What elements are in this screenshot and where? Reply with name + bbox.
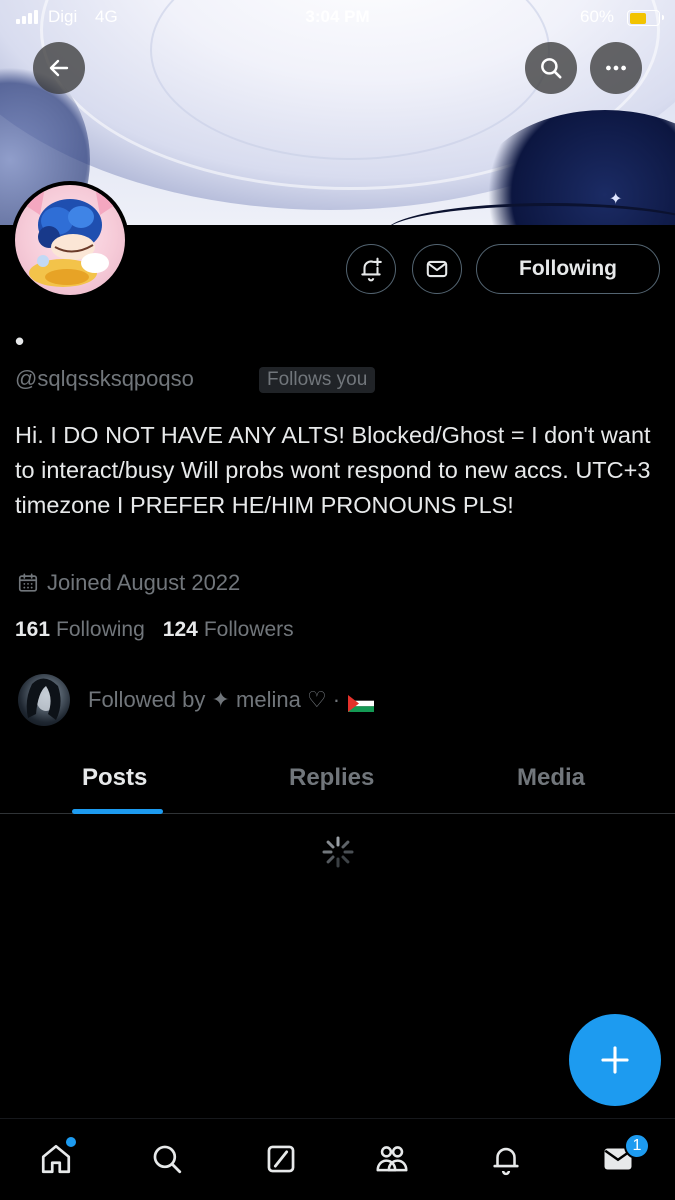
battery-percent: 60% <box>580 7 615 26</box>
joined-date: Joined August 2022 <box>17 569 240 597</box>
nav-messages[interactable]: 1 <box>598 1133 650 1179</box>
battery-icon <box>627 10 664 26</box>
home-notification-dot <box>66 1137 76 1147</box>
search-button[interactable] <box>525 42 577 94</box>
followers-count-link[interactable]: 124 Followers <box>163 618 294 642</box>
nav-notifications[interactable] <box>486 1139 526 1179</box>
grok-icon <box>267 1145 295 1173</box>
nav-communities[interactable] <box>372 1139 412 1179</box>
followers-count: 124 <box>162 618 198 641</box>
status-bar: Digi 4G 3:04 PM 60% <box>0 0 675 36</box>
search-icon <box>541 58 562 79</box>
status-time: 3:04 PM <box>305 7 370 26</box>
search-icon <box>153 1145 182 1174</box>
messages-badge: 1 <box>624 1133 650 1159</box>
more-horizontal-icon <box>606 65 626 71</box>
compose-button[interactable] <box>569 1014 661 1106</box>
nav-home[interactable] <box>36 1137 76 1179</box>
avatar-image <box>15 185 125 295</box>
profile-bio: Hi. I DO NOT HAVE ANY ALTS! Blocked/Ghos… <box>15 422 651 518</box>
communities-icon <box>376 1146 408 1172</box>
notify-button[interactable] <box>346 244 396 294</box>
followed-by-row[interactable]: Followed by ✦ melina ♡ · <box>18 674 375 726</box>
active-tab-indicator <box>72 809 163 814</box>
followed-by-label: Followed by ✦ melina ♡ · <box>88 687 341 712</box>
following-label: Following <box>56 618 145 641</box>
more-button[interactable] <box>590 42 642 94</box>
arrow-left-icon <box>49 59 69 77</box>
followed-by-text: Followed by ✦ melina ♡ · <box>88 687 375 713</box>
back-button[interactable] <box>33 42 85 94</box>
notifications-icon <box>493 1147 519 1176</box>
message-button[interactable] <box>412 244 462 294</box>
following-button[interactable]: Following <box>476 244 660 294</box>
calendar-icon <box>18 573 38 592</box>
bell-plus-icon <box>361 257 382 282</box>
bottom-navigation: 1 <box>0 1118 675 1200</box>
palestine-flag-icon <box>348 692 375 712</box>
following-count-link[interactable]: 161 Following <box>15 618 145 642</box>
tab-replies[interactable]: Replies <box>289 764 374 792</box>
tab-media[interactable]: Media <box>517 764 585 792</box>
follower-avatar <box>18 674 70 726</box>
envelope-icon <box>426 260 448 278</box>
joined-text: Joined August 2022 <box>47 570 241 595</box>
loading-spinner-icon <box>322 836 354 868</box>
follow-counts: 161 Following 124 Followers <box>15 618 312 642</box>
banner-stroke <box>385 203 675 225</box>
plus-icon <box>601 1046 629 1074</box>
profile-avatar[interactable] <box>11 181 129 299</box>
followers-label: Followers <box>203 618 294 641</box>
display-name: • <box>15 326 25 356</box>
follows-you-badge: Follows you <box>259 367 376 393</box>
nav-grok[interactable] <box>261 1139 301 1179</box>
nav-search[interactable] <box>147 1139 187 1179</box>
profile-tabs: Posts Replies Media <box>0 752 675 814</box>
sparkle-icon: ✦ <box>609 191 623 208</box>
profile-handle: @sqlqssksqpoqso <box>15 366 194 391</box>
tab-posts[interactable]: Posts <box>82 764 147 792</box>
following-count: 161 <box>15 618 51 641</box>
